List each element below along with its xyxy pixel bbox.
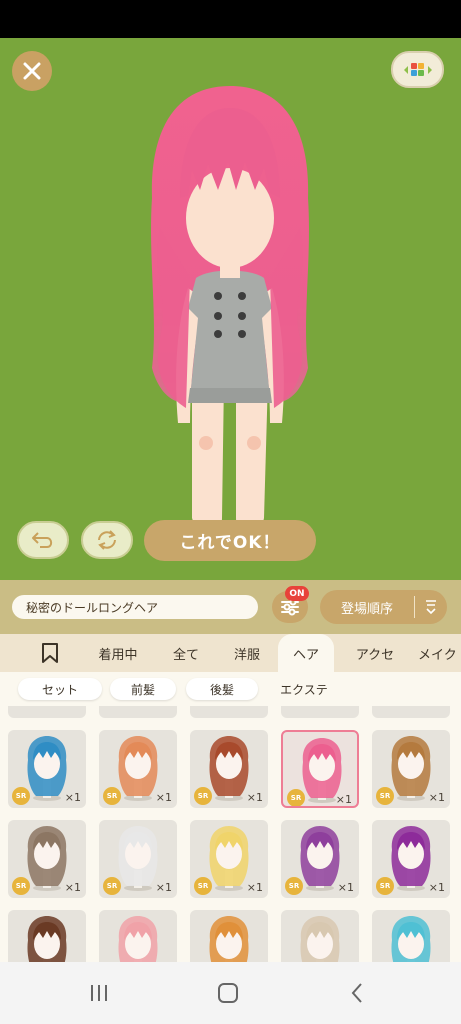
dressup-stage: これでOK！ xyxy=(0,38,461,580)
status-bar xyxy=(0,0,461,38)
tab-all[interactable]: 全て xyxy=(162,634,210,672)
close-button[interactable] xyxy=(12,51,52,91)
hair-item-card[interactable]: SR×1 xyxy=(372,706,450,718)
back-icon xyxy=(351,983,362,1003)
sort-descending-icon xyxy=(426,600,436,615)
item-quantity: ×1 xyxy=(155,791,172,804)
item-quantity: ×1 xyxy=(64,791,81,804)
hair-item-card[interactable]: SR ×1 xyxy=(372,730,450,808)
hair-item-card[interactable]: SR ×1 xyxy=(372,820,450,898)
system-nav-bar xyxy=(0,962,461,1024)
hair-thumbnail xyxy=(27,916,67,962)
hair-item-card[interactable]: SR×1 xyxy=(281,706,359,718)
hair-item-card[interactable]: SR×1 xyxy=(281,910,359,962)
tab-bookmark[interactable] xyxy=(32,634,68,672)
bookmark-icon xyxy=(42,643,58,663)
doll-avatar xyxy=(151,86,309,538)
item-quantity: ×1 xyxy=(155,881,172,894)
hair-item-card[interactable]: SR ×1 xyxy=(281,820,359,898)
hair-item-card[interactable]: SR ×1 xyxy=(281,730,359,808)
back-button[interactable] xyxy=(342,980,372,1006)
rarity-badge: SR xyxy=(376,787,394,805)
confirm-ok-button[interactable]: これでOK！ xyxy=(144,520,316,561)
hair-thumbnail xyxy=(209,916,249,962)
rarity-badge: SR xyxy=(376,877,394,895)
rarity-badge: SR xyxy=(103,787,121,805)
subtab-back-hair[interactable]: 後髪 xyxy=(186,678,258,700)
hair-item-card[interactable]: SR×1 xyxy=(99,910,177,962)
item-quantity: ×1 xyxy=(337,881,354,894)
rarity-badge: SR xyxy=(194,877,212,895)
rarity-badge: SR xyxy=(285,877,303,895)
layout-view-button[interactable] xyxy=(391,51,444,88)
hair-subtabs: セット 前髪 後髪 エクステ xyxy=(0,672,461,706)
close-icon xyxy=(23,62,41,80)
hair-item-grid: SR ×1 SR ×1 SR ×1 SR ×1 SR ×1 SR ×1 SR ×1 SR ×1 SR ×1 SR ×1… xyxy=(0,706,461,962)
hair-item-card[interactable]: SR ×1 xyxy=(190,820,268,898)
sort-direction-toggle[interactable] xyxy=(415,599,447,615)
subtab-set[interactable]: セット xyxy=(18,678,102,700)
rotate-button[interactable] xyxy=(81,521,133,559)
tab-clothes[interactable]: 洋服 xyxy=(222,634,272,672)
hair-item-card[interactable]: SR×1 xyxy=(372,910,450,962)
item-quantity: ×1 xyxy=(335,793,352,806)
hair-thumbnail xyxy=(300,916,340,962)
grid-palette-icon xyxy=(403,62,432,76)
hair-thumbnail xyxy=(391,916,431,962)
selected-item-name: 秘密のドールロングヘア xyxy=(12,595,258,619)
rarity-badge: SR xyxy=(103,877,121,895)
home-icon xyxy=(218,983,238,1003)
hair-thumbnail xyxy=(118,916,158,962)
subtab-extensions[interactable]: エクステ xyxy=(264,678,344,700)
hair-item-card[interactable]: SR ×1 xyxy=(99,730,177,808)
rarity-badge: SR xyxy=(12,787,30,805)
sort-order-button[interactable]: 登場順序 xyxy=(320,590,447,624)
undo-button[interactable] xyxy=(17,521,69,559)
recent-apps-button[interactable] xyxy=(84,980,114,1006)
rarity-badge: SR xyxy=(12,877,30,895)
hair-item-card[interactable]: SR×1 xyxy=(190,910,268,962)
rarity-badge: SR xyxy=(194,787,212,805)
hair-item-card[interactable]: SR×1 xyxy=(8,706,86,718)
rarity-badge: SR xyxy=(287,789,305,806)
tab-hair[interactable]: ヘア xyxy=(278,634,334,672)
item-quantity: ×1 xyxy=(246,881,263,894)
hair-item-card[interactable]: SR ×1 xyxy=(8,820,86,898)
hair-item-card[interactable]: SR ×1 xyxy=(99,820,177,898)
item-quantity: ×1 xyxy=(64,881,81,894)
hair-item-card[interactable]: SR×1 xyxy=(8,910,86,962)
filter-on-badge: ON xyxy=(285,586,309,601)
recent-apps-icon xyxy=(91,985,107,1001)
tab-accessory[interactable]: アクセ xyxy=(344,634,406,672)
item-quantity: ×1 xyxy=(246,791,263,804)
tab-makeup[interactable]: メイク xyxy=(418,634,461,672)
home-button[interactable] xyxy=(213,980,243,1006)
sort-order-label: 登場順序 xyxy=(340,601,393,617)
hair-item-card[interactable]: SR×1 xyxy=(99,706,177,718)
hair-item-card[interactable]: SR ×1 xyxy=(8,730,86,808)
item-info-bar: 秘密のドールロングヘア ON 登場順序 xyxy=(0,580,461,634)
tab-wearing[interactable]: 着用中 xyxy=(84,634,152,672)
hair-item-card[interactable]: SR×1 xyxy=(190,706,268,718)
item-quantity: ×1 xyxy=(428,791,445,804)
hair-item-card[interactable]: SR ×1 xyxy=(190,730,268,808)
item-quantity: ×1 xyxy=(428,881,445,894)
category-tabs: 着用中 全て 洋服 ヘア アクセ メイク xyxy=(0,634,461,672)
rotate-icon xyxy=(98,530,116,550)
subtab-front-hair[interactable]: 前髪 xyxy=(110,678,176,700)
undo-icon xyxy=(32,532,53,548)
